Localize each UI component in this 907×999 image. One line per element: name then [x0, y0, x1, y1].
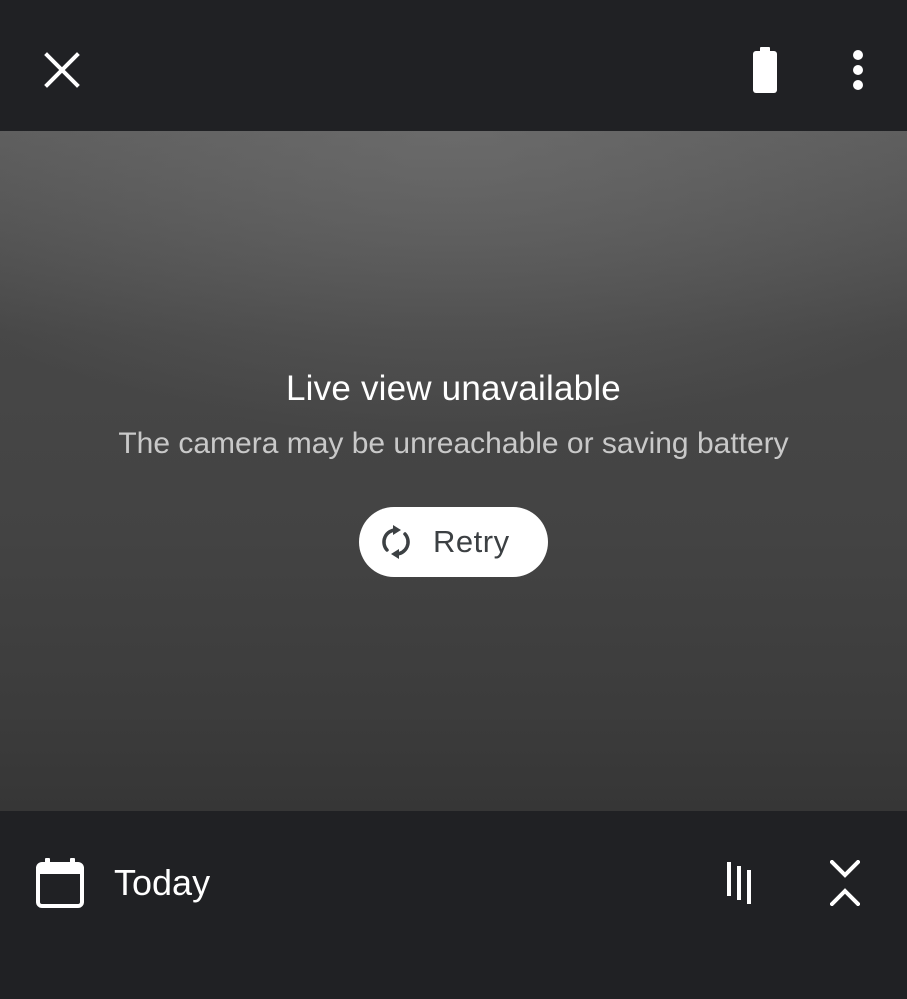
date-picker-button[interactable]: Today [36, 853, 210, 913]
more-vert-icon [853, 50, 863, 90]
calendar-icon [36, 858, 84, 908]
close-button[interactable] [30, 38, 94, 102]
collapse-expand-icon [830, 860, 860, 906]
live-view-title: Live view unavailable [286, 369, 621, 408]
timeline-button[interactable] [713, 853, 765, 913]
more-options-button[interactable] [828, 38, 888, 102]
collapse-expand-button[interactable] [815, 851, 875, 915]
live-view-subtitle: The camera may be unreachable or saving … [118, 427, 789, 460]
battery-status-button[interactable] [735, 38, 795, 102]
retry-button[interactable]: Retry [359, 507, 548, 577]
refresh-icon [382, 525, 410, 559]
top-app-bar [0, 0, 907, 131]
date-label: Today [114, 862, 211, 903]
timeline-icon [727, 862, 751, 904]
battery-full-icon [753, 47, 777, 93]
close-icon [44, 52, 80, 88]
unavailable-message: Live view unavailable The camera may be … [0, 363, 907, 467]
camera-live-view-screen: Live view unavailable The camera may be … [0, 0, 907, 999]
live-view-area: Live view unavailable The camera may be … [0, 131, 907, 811]
bottom-bar: Today [0, 811, 907, 999]
retry-label: Retry [433, 524, 510, 559]
